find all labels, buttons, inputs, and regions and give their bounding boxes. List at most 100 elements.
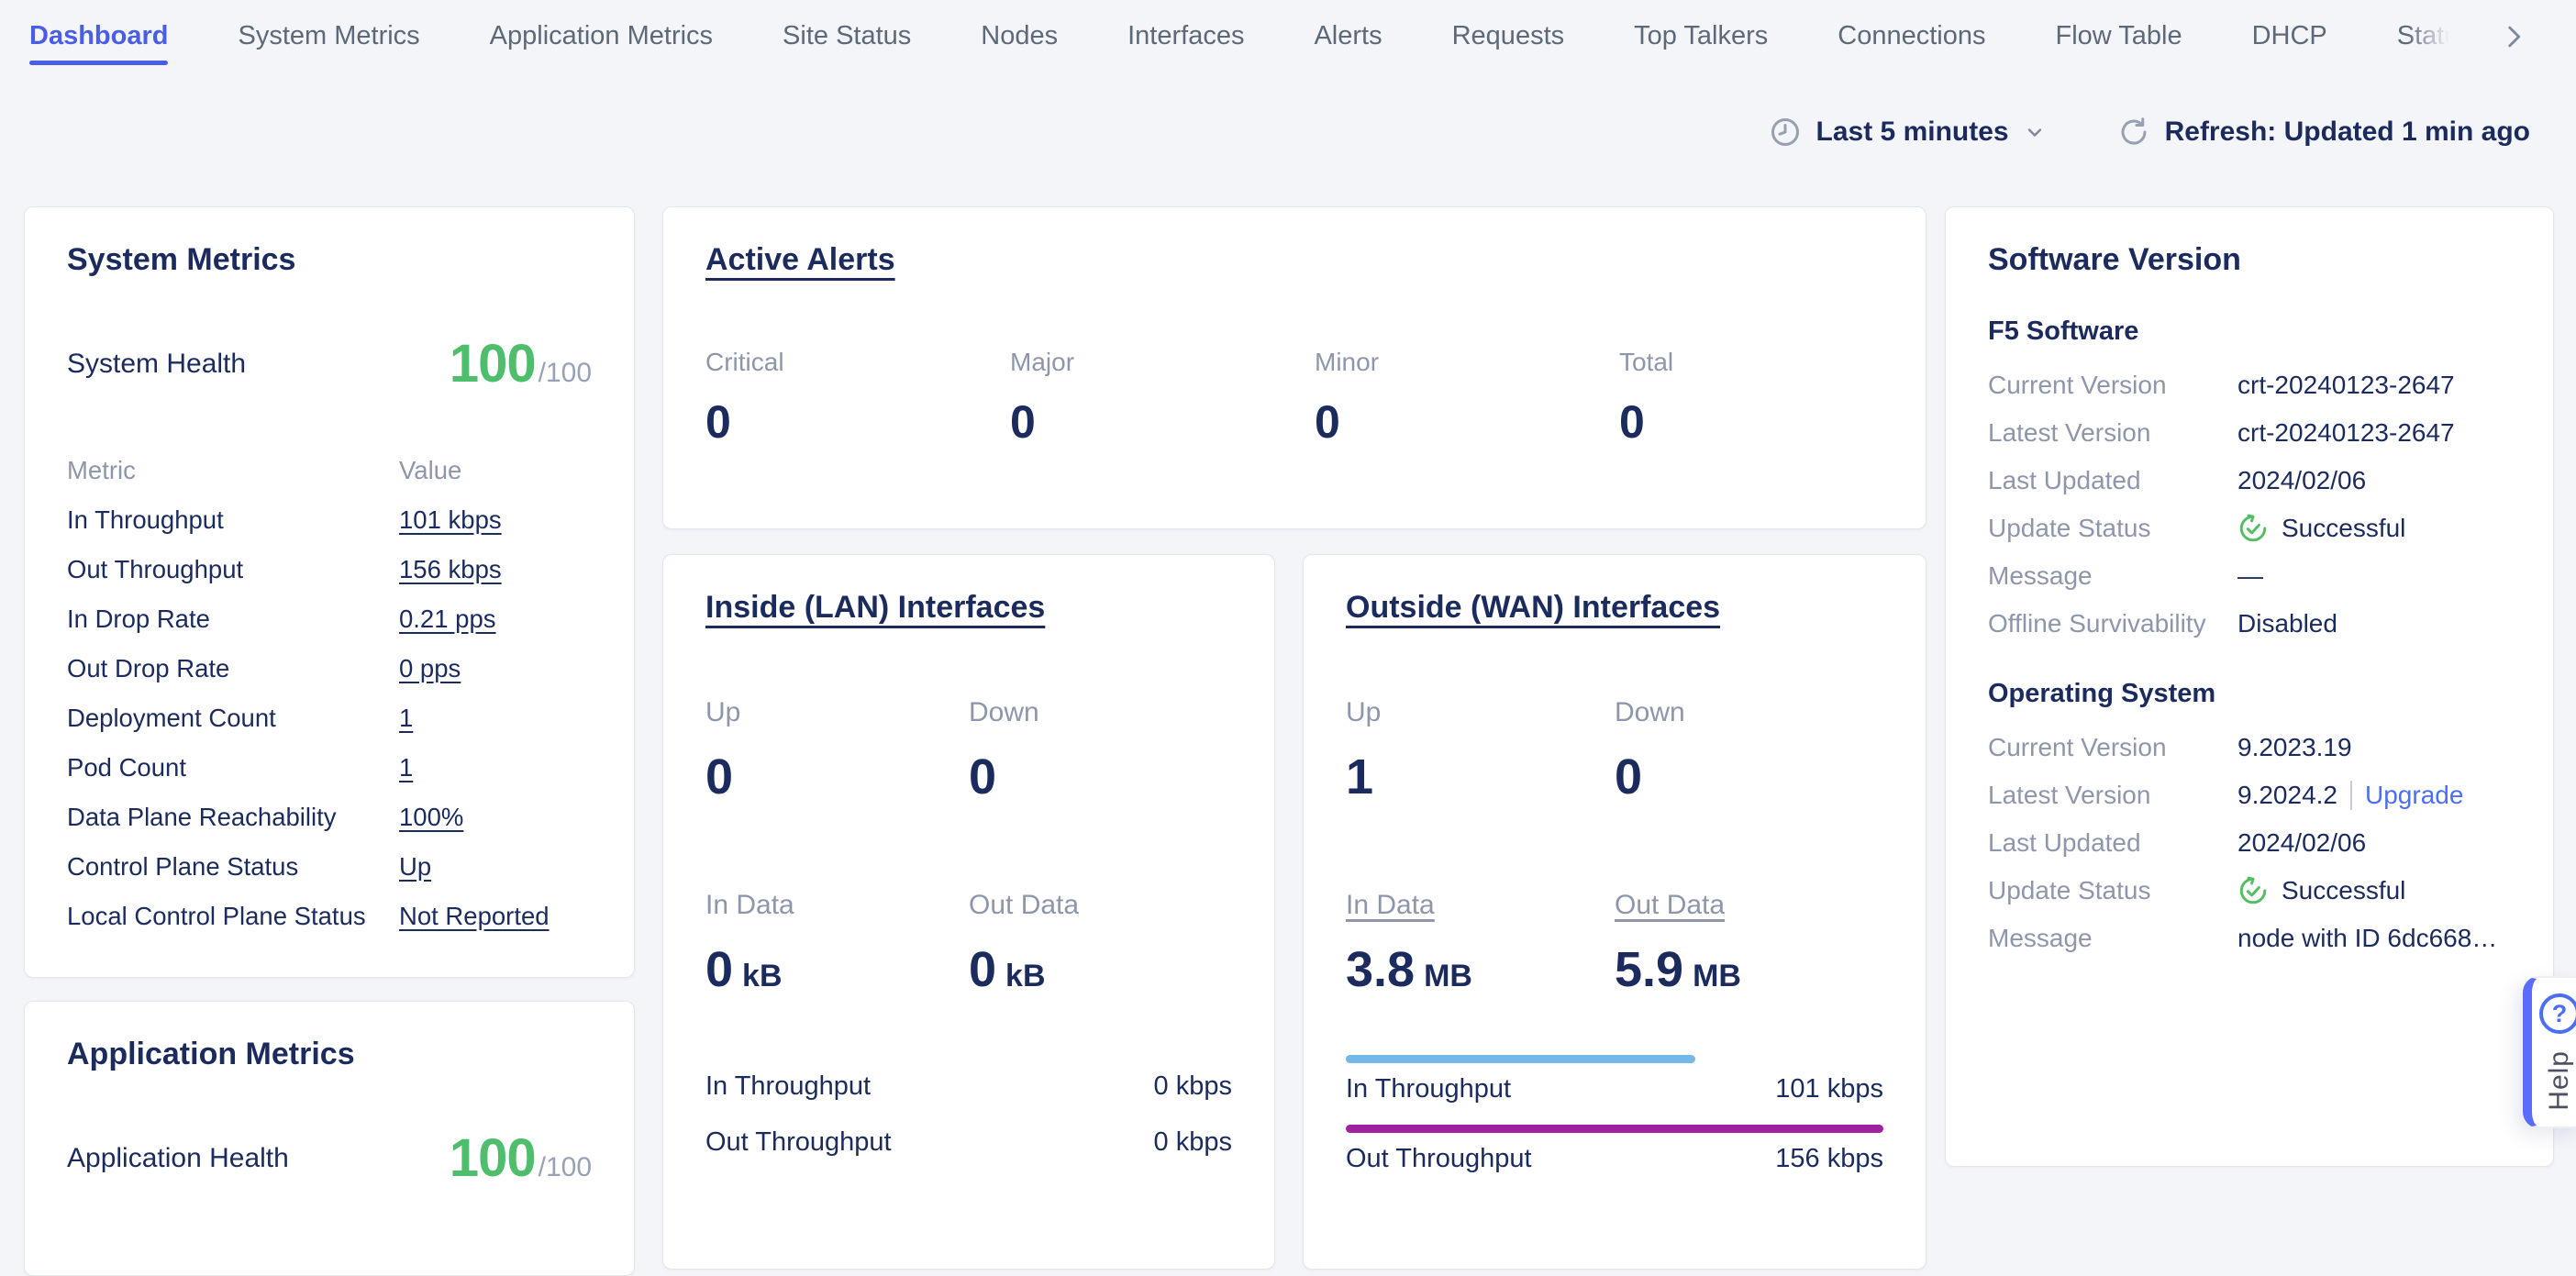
lan-interfaces-title-link[interactable]: Inside (LAN) Interfaces — [705, 590, 1045, 626]
tab-alerts[interactable]: Alerts — [1314, 0, 1382, 72]
help-tab[interactable]: ? Help — [2523, 976, 2576, 1128]
metric-value-link[interactable]: 0.21 pps — [399, 605, 496, 633]
stat-value: 0 — [1619, 395, 1924, 449]
out-throughput-bar — [1346, 1125, 1883, 1133]
operating-system-rows: Current Version 9.2023.19 Latest Version… — [1988, 724, 2511, 962]
tab-dashboard[interactable]: Dashboard — [29, 0, 168, 72]
metric-label: Deployment Count — [67, 704, 399, 733]
wan-down-stat: Down 0 — [1615, 697, 1883, 805]
metric-value-link[interactable]: 0 pps — [399, 654, 461, 682]
toolbar: Last 5 minutes Refresh: Updated 1 min ag… — [1769, 108, 2530, 156]
row-value: 2024/02/06 — [2237, 828, 2511, 858]
tab-connections[interactable]: Connections — [1838, 0, 1985, 72]
tab-status-objects[interactable]: Status Ob — [2397, 0, 2466, 72]
wan-out-throughput-row: Out Throughput 156 kbps — [1346, 1144, 1883, 1174]
top-nav: Dashboard System Metrics Application Met… — [0, 0, 2576, 72]
stat-value: 0 — [1315, 395, 1619, 449]
metric-value-link[interactable]: 156 kbps — [399, 555, 502, 583]
metric-value-link[interactable]: 100% — [399, 803, 463, 831]
lan-data-row: In Data 0 kB Out Data 0 kB — [705, 890, 1232, 998]
lan-interfaces-card: Inside (LAN) Interfaces Up 0 Down 0 In D… — [662, 554, 1275, 1270]
row-value: Successful — [2282, 876, 2405, 905]
down-value: 0 — [1615, 749, 1883, 805]
clock-icon — [1769, 116, 1802, 149]
vertical-divider — [2350, 781, 2352, 810]
tab-system-metrics[interactable]: System Metrics — [238, 0, 419, 72]
in-throughput-value: 0 kbps — [1154, 1071, 1232, 1102]
metric-label: In Throughput — [67, 505, 399, 535]
sw-row: Current Version crt-20240123-2647 — [1988, 361, 2511, 409]
refresh-status-label: Refresh: Updated 1 min ago — [2165, 117, 2530, 148]
tab-requests[interactable]: Requests — [1452, 0, 1565, 72]
table-row: Deployment Count 1 — [67, 693, 592, 743]
in-throughput-label: In Throughput — [705, 1071, 871, 1102]
application-health-score: 100 /100 — [450, 1127, 592, 1189]
up-label: Up — [705, 697, 740, 728]
in-data-value: 0 — [705, 941, 733, 998]
row-label: Last Updated — [1988, 828, 2237, 858]
tab-flow-table[interactable]: Flow Table — [2056, 0, 2182, 72]
application-health-value: 100 — [450, 1127, 536, 1189]
tab-dhcp[interactable]: DHCP — [2252, 0, 2327, 72]
software-version-card: Software Version F5 Software Current Ver… — [1945, 206, 2554, 1167]
metric-value-link[interactable]: 1 — [399, 704, 413, 732]
up-value: 0 — [705, 749, 969, 805]
metric-label: Data Plane Reachability — [67, 803, 399, 832]
metric-value-link[interactable]: 1 — [399, 753, 413, 782]
nav-tabs: Dashboard System Metrics Application Met… — [29, 0, 2466, 72]
lan-in-data-stat: In Data 0 kB — [705, 890, 969, 998]
metric-value-link[interactable]: Not Reported — [399, 902, 550, 930]
metric-label: Control Plane Status — [67, 852, 399, 882]
stat-value: 0 — [705, 395, 1010, 449]
upgrade-link[interactable]: Upgrade — [2365, 781, 2463, 810]
stat-label: Total — [1619, 348, 1924, 377]
system-health-denominator: /100 — [539, 358, 592, 389]
tab-top-talkers[interactable]: Top Talkers — [1634, 0, 1768, 72]
wan-interfaces-title-link[interactable]: Outside (WAN) Interfaces — [1346, 590, 1720, 626]
refresh-control[interactable]: Refresh: Updated 1 min ago — [2117, 116, 2530, 149]
wan-in-data-stat: In Data 3.8 MB — [1346, 890, 1615, 998]
tab-application-metrics[interactable]: Application Metrics — [490, 0, 713, 72]
out-throughput-label: Out Throughput — [1346, 1144, 1532, 1174]
sw-row: Last Updated 2024/02/06 — [1988, 819, 2511, 867]
active-alerts-card: Active Alerts Critical 0 Major 0 Minor 0… — [662, 206, 1926, 529]
in-throughput-label: In Throughput — [1346, 1074, 1511, 1104]
question-mark-icon: ? — [2539, 993, 2576, 1034]
table-row: Control Plane Status Up — [67, 842, 592, 892]
down-value: 0 — [969, 749, 1232, 805]
metric-value-link[interactable]: 101 kbps — [399, 505, 502, 534]
table-row: Out Drop Rate 0 pps — [67, 644, 592, 693]
wan-data-row: In Data 3.8 MB Out Data 5.9 MB — [1346, 890, 1883, 998]
application-health-denominator: /100 — [539, 1152, 592, 1183]
tab-interfaces[interactable]: Interfaces — [1127, 0, 1244, 72]
in-data-link[interactable]: In Data — [1346, 890, 1435, 921]
col-header-metric: Metric — [67, 456, 399, 485]
up-value: 1 — [1346, 749, 1615, 805]
system-health-label: System Health — [67, 349, 246, 380]
row-value: node with ID 6dc66856-1... — [2237, 924, 2511, 953]
out-data-value: 5.9 — [1615, 941, 1683, 998]
tab-site-status[interactable]: Site Status — [783, 0, 911, 72]
row-value: crt-20240123-2647 — [2237, 371, 2511, 400]
out-data-unit: MB — [1693, 959, 1741, 994]
out-data-link[interactable]: Out Data — [1615, 890, 1725, 921]
nav-scroll-right-button[interactable] — [2490, 15, 2537, 59]
table-header-row: Metric Value — [67, 446, 592, 495]
alert-stat-major: Major 0 — [1010, 348, 1315, 449]
chevron-right-icon — [2498, 21, 2529, 52]
time-range-selector[interactable]: Last 5 minutes — [1769, 116, 2046, 149]
application-health-row: Application Health 100 /100 — [67, 1127, 592, 1189]
out-throughput-label: Out Throughput — [705, 1127, 892, 1158]
metric-label: Out Drop Rate — [67, 654, 399, 683]
tab-nodes[interactable]: Nodes — [981, 0, 1058, 72]
in-throughput-value: 101 kbps — [1775, 1074, 1883, 1104]
row-label: Offline Survivability — [1988, 609, 2237, 638]
metric-label: Local Control Plane Status — [67, 902, 399, 931]
success-icon — [2237, 513, 2269, 544]
metric-value-link[interactable]: Up — [399, 852, 431, 881]
active-alerts-title-link[interactable]: Active Alerts — [705, 242, 895, 278]
sw-row-update-status: Update Status Successful — [1988, 505, 2511, 552]
system-health-score: 100 /100 — [450, 333, 592, 394]
in-data-label: In Data — [705, 890, 794, 921]
metric-label: Pod Count — [67, 753, 399, 782]
